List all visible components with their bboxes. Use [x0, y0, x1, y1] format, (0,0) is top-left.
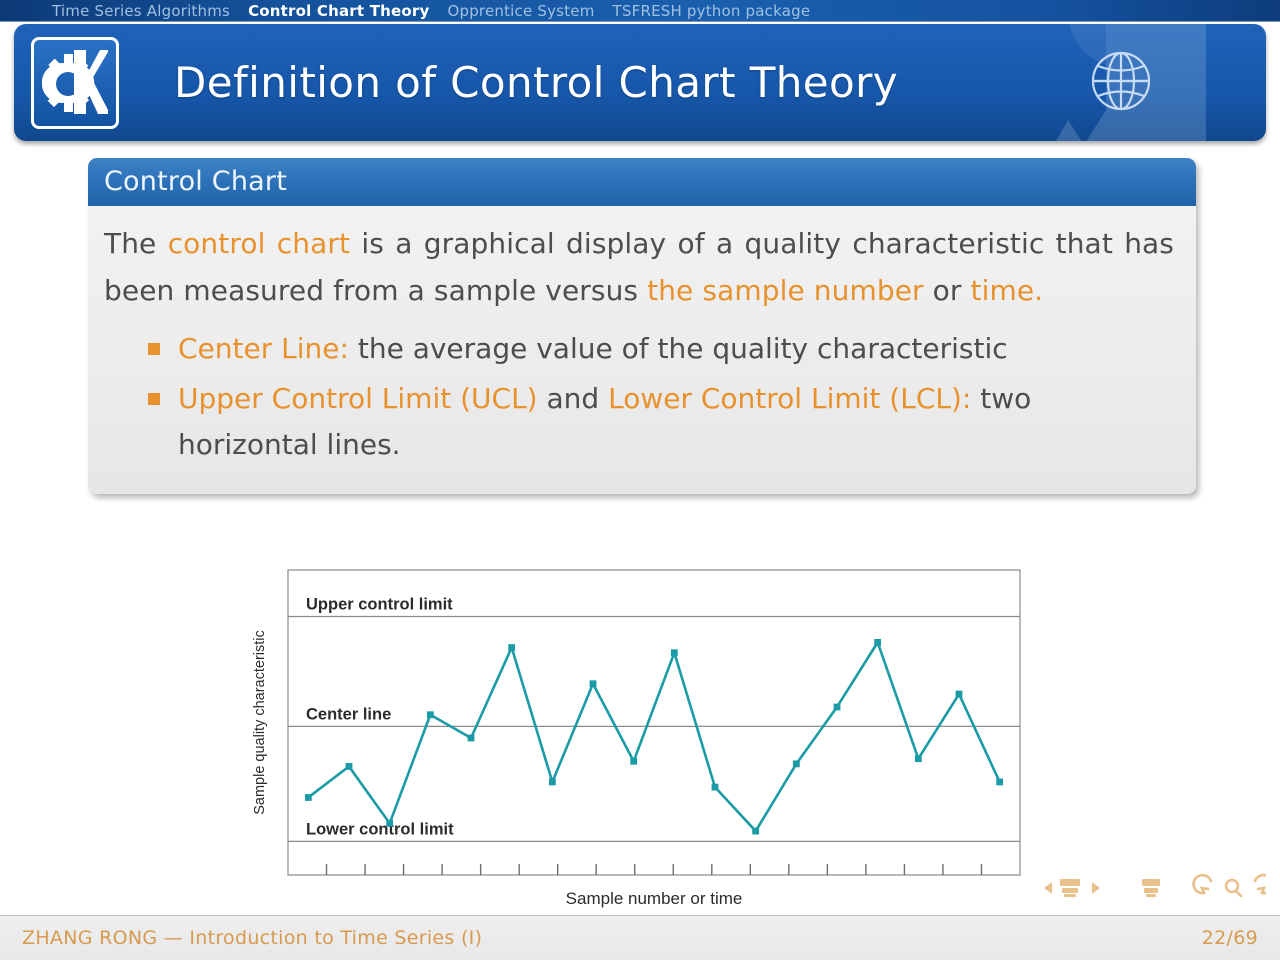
navigation-items: Time Series Algorithms Control Chart The…	[0, 2, 810, 20]
para-seg-5-highlight: time.	[970, 274, 1044, 308]
bullet-1-seg-1: and	[537, 381, 609, 415]
data-point-marker	[670, 649, 678, 657]
bullet-0-seg-0-highlight: Center Line:	[178, 332, 349, 366]
data-point-marker	[874, 638, 882, 646]
data-point-marker	[996, 778, 1004, 786]
page-title: Definition of Control Chart Theory	[174, 58, 899, 107]
data-point-marker	[548, 778, 556, 786]
content-block-control-chart: Control Chart The control chart is a gra…	[88, 158, 1196, 494]
definition-bullet-list: Center Line: the average value of the qu…	[144, 326, 1174, 468]
control-chart-figure: Upper control limit Center line Lower cont…	[236, 560, 1036, 910]
undo-arrow-head	[1199, 886, 1210, 895]
bullet-1-seg-2-highlight: Lower Control Limit (LCL):	[608, 381, 972, 415]
data-point-marker	[589, 680, 597, 688]
search-handle-icon	[1234, 889, 1243, 898]
beamer-navigation-symbols	[1036, 873, 1274, 905]
redo-arrow-head	[1256, 886, 1267, 895]
nav-item-control-chart-theory[interactable]: Control Chart Theory	[248, 2, 429, 20]
slide-footer: ZHANG RONG — Introduction to Time Series…	[0, 915, 1280, 960]
bullet-1-seg-0-highlight: Upper Control Limit (UCL)	[178, 381, 538, 415]
data-point-marker	[752, 827, 760, 835]
para-seg-1-highlight: control chart	[167, 227, 351, 260]
reference-line-label-0: Upper control limit	[306, 596, 453, 614]
globe-icon	[1091, 51, 1151, 111]
para-seg-3-highlight: the sample number	[647, 274, 924, 308]
reference-line-label-1: Center line	[306, 705, 391, 723]
control-chart-svg: Upper control limit Center line Lower cont…	[252, 569, 1021, 908]
beamer-icon	[1142, 879, 1160, 897]
nav-item-tsfresh-python-package[interactable]: TSFRESH python package	[613, 2, 811, 20]
data-point-marker	[833, 703, 841, 711]
footer-page-number: 22/69	[1201, 927, 1258, 949]
data-point-marker	[386, 819, 394, 827]
decorative-gear-mountain-shape	[1056, 24, 1206, 141]
data-point-marker	[508, 644, 516, 651]
block-header: Control Chart	[88, 158, 1196, 206]
data-point-marker	[955, 690, 963, 698]
data-point-marker	[426, 711, 434, 719]
y-axis-label: Sample quality characteristic	[252, 630, 268, 815]
data-point-marker	[345, 763, 353, 770]
data-point-marker	[914, 755, 922, 763]
data-point-marker	[792, 760, 800, 768]
prev-slide-icon	[1044, 882, 1052, 894]
banner-background: Definition of Control Chart Theory	[14, 24, 1266, 141]
nav-item-opprentice-system[interactable]: Opprentice System	[447, 2, 594, 20]
bullet-0-seg-1: the average value of the quality charact…	[348, 332, 1008, 366]
reference-line-label-2: Lower control limit	[306, 820, 454, 838]
block-body: The control chart is a graphical display…	[88, 206, 1196, 494]
slide-title-banner: Definition of Control Chart Theory	[14, 24, 1266, 144]
nav-item-time-series-algorithms[interactable]: Time Series Algorithms	[52, 2, 230, 20]
data-point-marker	[630, 757, 638, 765]
definition-paragraph: The control chart is a graphical display…	[104, 220, 1174, 314]
list-item: Upper Control Limit (UCL) and Lower Cont…	[144, 376, 1174, 468]
kde-logo-icon	[31, 37, 119, 129]
footer-author-title: ZHANG RONG — Introduction to Time Series…	[22, 927, 483, 949]
data-point-marker	[304, 794, 312, 801]
para-seg-4: or	[923, 274, 971, 308]
data-point-marker	[467, 734, 475, 742]
para-seg-0: The	[104, 227, 168, 260]
next-slide-icon	[1092, 882, 1100, 894]
prev-frame-icon	[1060, 879, 1080, 897]
x-axis-label: Sample number or time	[566, 889, 743, 908]
list-item: Center Line: the average value of the qu…	[144, 326, 1174, 372]
data-point-marker	[711, 783, 719, 791]
navigation-miniframe-bar: Time Series Algorithms Control Chart The…	[0, 0, 1280, 22]
block-title: Control Chart	[104, 166, 287, 197]
